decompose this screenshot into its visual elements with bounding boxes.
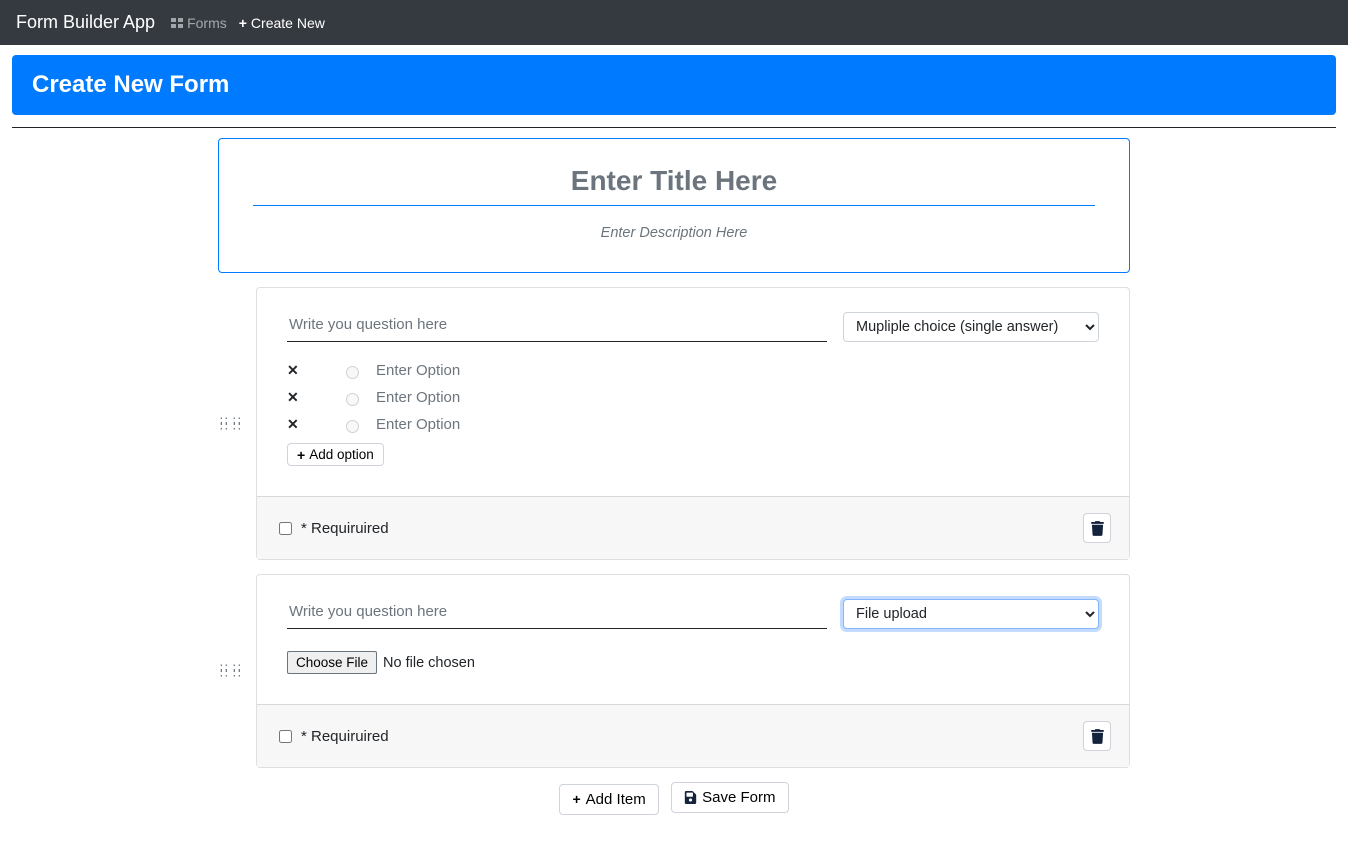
option-radio [346, 366, 359, 379]
trash-icon [1091, 521, 1104, 536]
question-wrapper: ∷ ∷∷ ∷ Mupliple choice (single answer) ✕ [218, 287, 1130, 560]
option-radio [346, 420, 359, 433]
page-title: Create New Form [32, 71, 1316, 99]
option-row: ✕ [287, 387, 1099, 408]
form-builder-column: ∷ ∷∷ ∷ Mupliple choice (single answer) ✕ [218, 138, 1130, 815]
form-title-input[interactable] [253, 161, 1095, 206]
question-wrapper: ∷ ∷∷ ∷ File upload Choose File No file c… [218, 574, 1130, 768]
remove-option-icon[interactable]: ✕ [287, 416, 327, 433]
question-type-select[interactable]: Mupliple choice (single answer) [843, 312, 1099, 342]
option-text-input[interactable] [376, 387, 676, 408]
save-form-label: Save Form [702, 789, 775, 806]
add-item-button[interactable]: + Add Item [559, 784, 658, 815]
option-text-input[interactable] [376, 360, 676, 381]
plus-icon: + [239, 16, 247, 30]
drag-handle-icon[interactable]: ∷ ∷∷ ∷ [220, 418, 242, 430]
option-row: ✕ [287, 414, 1099, 435]
save-icon [684, 791, 697, 804]
title-card [218, 138, 1130, 273]
required-toggle[interactable]: * Requiruired [275, 519, 389, 538]
question-text-input[interactable] [287, 312, 827, 342]
delete-question-button[interactable] [1083, 721, 1111, 751]
divider [12, 127, 1336, 128]
nav-create-new-label: Create New [251, 15, 325, 31]
question-card: Mupliple choice (single answer) ✕ ✕ [256, 287, 1130, 560]
plus-icon: + [297, 448, 305, 462]
option-row: ✕ [287, 360, 1099, 381]
grid-icon [171, 18, 183, 28]
nav-forms[interactable]: Forms [171, 15, 227, 31]
question-type-select[interactable]: File upload [843, 599, 1099, 629]
required-label: * Requiruired [301, 520, 389, 537]
remove-option-icon[interactable]: ✕ [287, 362, 327, 379]
question-text-input[interactable] [287, 599, 827, 629]
remove-option-icon[interactable]: ✕ [287, 389, 327, 406]
save-form-button[interactable]: Save Form [671, 782, 788, 813]
question-card-footer: * Requiruired [257, 704, 1129, 767]
file-upload-row: Choose File No file chosen [287, 651, 1099, 674]
options-list: ✕ ✕ ✕ [287, 360, 1099, 466]
required-checkbox[interactable] [279, 730, 292, 743]
choose-file-button[interactable]: Choose File [287, 651, 377, 674]
required-checkbox[interactable] [279, 522, 292, 535]
question-card: File upload Choose File No file chosen *… [256, 574, 1130, 768]
required-label: * Requiruired [301, 728, 389, 745]
required-toggle[interactable]: * Requiruired [275, 727, 389, 746]
file-status-label: No file chosen [383, 655, 475, 671]
question-card-body: Mupliple choice (single answer) ✕ ✕ [257, 288, 1129, 472]
add-option-label: Add option [309, 447, 374, 462]
page-header: Create New Form [12, 55, 1336, 115]
navbar: Form Builder App Forms + Create New [0, 0, 1348, 45]
delete-question-button[interactable] [1083, 513, 1111, 543]
form-description-input[interactable] [384, 224, 964, 242]
option-radio [346, 393, 359, 406]
add-item-label: Add Item [586, 791, 646, 808]
question-card-body: File upload Choose File No file chosen [257, 575, 1129, 680]
add-option-button[interactable]: + Add option [287, 443, 384, 466]
page-container: Create New Form ∷ ∷∷ ∷ Mupliple choice (… [0, 45, 1348, 845]
form-actions: + Add Item Save Form [218, 782, 1130, 815]
plus-icon: + [572, 792, 580, 806]
option-text-input[interactable] [376, 414, 676, 435]
nav-forms-label: Forms [187, 15, 227, 31]
drag-handle-icon[interactable]: ∷ ∷∷ ∷ [220, 665, 242, 677]
question-card-footer: * Requiruired [257, 496, 1129, 559]
trash-icon [1091, 729, 1104, 744]
nav-create-new[interactable]: + Create New [239, 15, 325, 31]
app-brand[interactable]: Form Builder App [16, 12, 155, 33]
